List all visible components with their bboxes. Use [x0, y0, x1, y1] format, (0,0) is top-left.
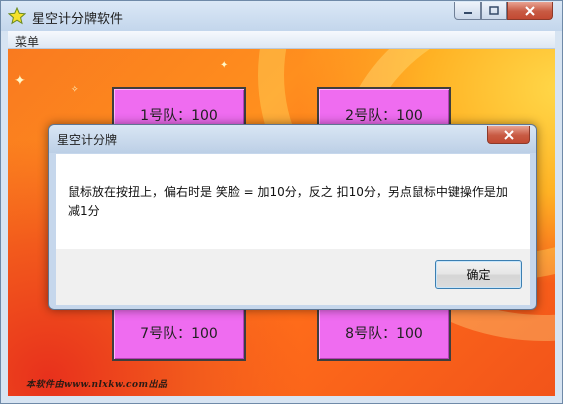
sparkle-icon: ✧	[71, 85, 79, 95]
sparkle-icon: ✦	[220, 60, 229, 71]
window-title: 星空计分牌软件	[32, 12, 124, 27]
watermark: 本软件由www.nlxkw.com出品	[26, 380, 168, 390]
team-7-button[interactable]: 7号队：100	[112, 305, 246, 361]
dialog-message: 鼠标放在按扭上，偏右时是 笑脸 = 加10分，反之 扣10分，另点鼠标中键操作是…	[68, 185, 508, 218]
dialog-body: 鼠标放在按扭上，偏右时是 笑脸 = 加10分，反之 扣10分，另点鼠标中键操作是…	[56, 154, 530, 249]
close-button[interactable]	[507, 2, 553, 20]
menu-bar: 菜单	[8, 31, 555, 49]
dialog-footer: 确定	[56, 249, 530, 305]
team-8-button[interactable]: 8号队：100	[317, 305, 451, 361]
close-icon	[503, 129, 514, 140]
close-icon	[525, 5, 535, 16]
menu-item-menu[interactable]: 菜单	[15, 33, 39, 50]
minimize-button[interactable]	[454, 2, 481, 20]
title-bar[interactable]: 星空计分牌软件	[1, 1, 562, 31]
sparkle-icon: ✦	[14, 73, 26, 89]
dialog-title: 星空计分牌	[57, 133, 118, 147]
maximize-icon	[489, 6, 499, 15]
dialog-title-bar[interactable]: 星空计分牌	[49, 125, 536, 153]
ok-button[interactable]: 确定	[435, 260, 522, 289]
minimize-icon	[463, 11, 472, 14]
message-dialog: 星空计分牌 鼠标放在按扭上，偏右时是 笑脸 = 加10分，反之 扣10分，另点鼠…	[48, 124, 537, 310]
maximize-button[interactable]	[481, 2, 507, 20]
dialog-close-button[interactable]	[487, 126, 530, 144]
star-icon	[8, 7, 26, 25]
main-window: 星空计分牌软件 菜单 ✦ ✦ ✧ 1号队：100 2号队：100 7号队：100…	[0, 0, 563, 404]
